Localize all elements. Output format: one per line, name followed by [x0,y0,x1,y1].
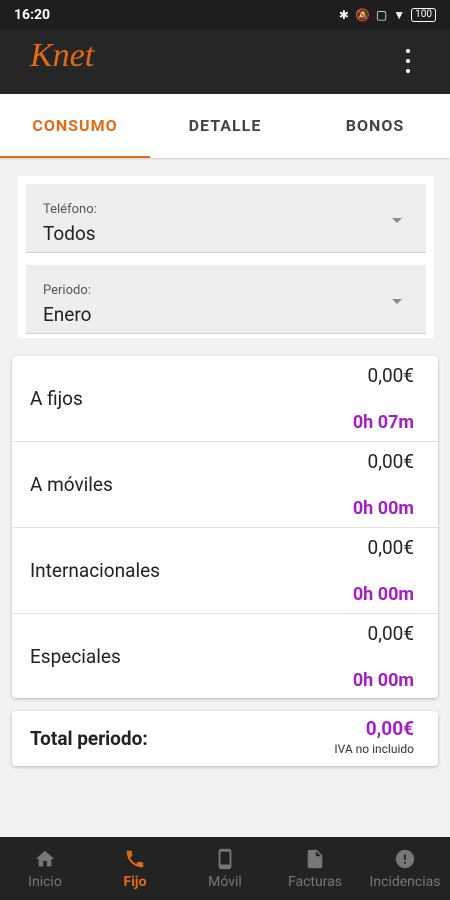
app-bar: Knet [0,29,450,94]
nav-label: Facturas [287,873,343,890]
usage-time: 0h 00m [352,498,414,519]
usage-name: Especiales [30,645,121,668]
dropdown-arrow-icon [392,299,402,304]
period-select[interactable]: Periodo: Enero [26,265,426,334]
usage-name: A fijos [30,387,83,410]
nav-incidencias[interactable]: Incidencias [360,837,450,900]
total-card: Total periodo: 0,00€ IVA no incluido [12,711,438,766]
total-label: Total periodo: [30,727,148,750]
overflow-menu-icon[interactable] [404,49,412,73]
document-icon [307,849,323,868]
usage-amount: 0,00€ [367,536,414,559]
usage-name: Internacionales [30,559,160,582]
period-select-label: Periodo: [43,283,91,298]
phone-select-label: Teléfono: [43,202,97,217]
wifi-icon: ▼ [393,7,406,22]
nav-label: Inicio [28,873,62,890]
period-select-value: Enero [43,303,92,326]
total-tax-note: IVA no incluido [334,742,414,756]
status-icons: ✱ 🔕 ▢ ▼ 100 [338,7,436,22]
vibrate-icon: ▢ [375,7,388,22]
tab-detalle[interactable]: DETALLE [150,94,300,158]
nav-label: Móvil [208,873,242,890]
phone-select-value: Todos [43,222,96,245]
usage-time: 0h 00m [352,584,414,605]
usage-amount: 0,00€ [367,450,414,473]
nav-fijo[interactable]: Fijo [90,837,180,900]
status-bar: 16:20 ✱ 🔕 ▢ ▼ 100 [0,0,450,29]
usage-row-fijos: 0,00€ A fijos 0h 07m [12,356,438,442]
dropdown-arrow-icon [392,218,402,223]
usage-row-internacionales: 0,00€ Internacionales 0h 00m [12,528,438,614]
battery-icon: 100 [411,7,436,22]
nav-label: Incidencias [369,873,441,890]
home-icon [35,850,55,866]
tab-bar: CONSUMO DETALLE BONOS [0,94,450,158]
filters-panel: Teléfono: Todos Periodo: Enero [18,176,434,338]
usage-amount: 0,00€ [367,364,414,387]
app-logo: Knet [30,37,95,74]
nav-inicio[interactable]: Inicio [0,837,90,900]
usage-card: 0,00€ A fijos 0h 07m 0,00€ A móviles 0h … [12,356,438,698]
nav-movil[interactable]: Móvil [180,837,270,900]
usage-name: A móviles [30,473,113,496]
total-amount: 0,00€ [365,717,414,740]
phone-select[interactable]: Teléfono: Todos [26,184,426,253]
bottom-nav: Inicio Fijo Móvil Facturas Incidencias [0,837,450,900]
mute-icon: 🔕 [354,7,370,22]
tab-bonos[interactable]: BONOS [300,94,450,158]
tab-consumo[interactable]: CONSUMO [0,94,150,158]
usage-amount: 0,00€ [367,622,414,645]
usage-time: 0h 00m [352,670,414,691]
usage-time: 0h 07m [352,412,414,433]
usage-row-moviles: 0,00€ A móviles 0h 00m [12,442,438,528]
mobile-icon [218,848,232,869]
usage-row-especiales: 0,00€ Especiales 0h 00m [12,614,438,699]
phone-icon [126,850,144,867]
bluetooth-icon: ✱ [338,7,349,22]
alert-icon [395,849,415,868]
nav-label: Fijo [123,873,147,890]
nav-facturas[interactable]: Facturas [270,837,360,900]
status-time: 16:20 [14,6,51,23]
